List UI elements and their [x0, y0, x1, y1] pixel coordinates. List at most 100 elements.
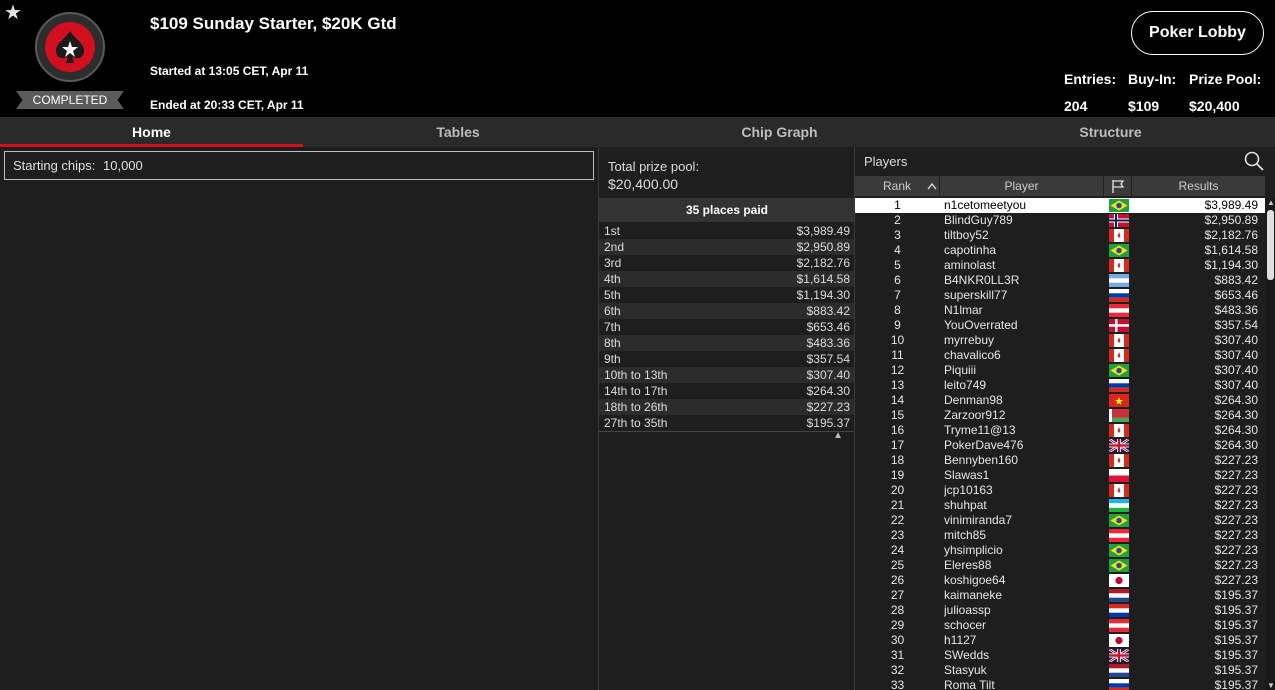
country-flag-icon	[1109, 499, 1129, 512]
payout-amount: $1,194.30	[796, 288, 850, 302]
table-row[interactable]: 5 aminolast $1,194.30	[855, 258, 1265, 273]
player-name: BlindGuy789	[944, 213, 1013, 227]
table-row[interactable]: 28 julioassp $195.37	[855, 603, 1265, 618]
payout-place: 9th	[604, 352, 621, 366]
player-name: kaimaneke	[944, 588, 1003, 602]
player-result: $195.37	[1214, 678, 1258, 690]
player-rank: 15	[890, 408, 905, 422]
country-flag-header-icon[interactable]	[1104, 176, 1132, 196]
table-row[interactable]: 4 capotinha $1,614.58	[855, 243, 1265, 258]
player-rank: 5	[894, 258, 901, 272]
table-row[interactable]: 24 yhsimplicio $227.23	[855, 543, 1265, 558]
country-flag-icon	[1109, 439, 1129, 452]
table-row[interactable]: 9 YouOverrated $357.54	[855, 318, 1265, 333]
status-badge: COMPLETED	[16, 91, 124, 109]
table-row[interactable]: 3 tiltboy52 $2,182.76	[855, 228, 1265, 243]
payout-row: 8th $483.36	[599, 335, 855, 351]
player-name: shuhpat	[944, 498, 987, 512]
results-column-header[interactable]: Results	[1132, 176, 1265, 196]
table-row[interactable]: 18 Bennyben160 $227.23	[855, 453, 1265, 468]
player-rank: 32	[890, 663, 905, 677]
scrollbar-thumb[interactable]	[1267, 210, 1274, 280]
player-name: YouOverrated	[944, 318, 1018, 332]
payout-row: 1st $3,989.49	[599, 223, 855, 239]
tab-home[interactable]: Home	[0, 117, 303, 147]
payout-amount: $357.54	[806, 352, 850, 366]
tab-structure[interactable]: Structure	[946, 117, 1275, 147]
scroll-down-icon[interactable]: ▼	[1267, 681, 1275, 690]
home-info-pane: Starting chips: 10,000	[0, 147, 598, 690]
table-row[interactable]: 32 Stasyuk $195.37	[855, 663, 1265, 678]
player-name: h1127	[944, 633, 977, 647]
player-result: $227.23	[1214, 468, 1258, 482]
tab-tables[interactable]: Tables	[303, 117, 613, 147]
tab-chip-graph[interactable]: Chip Graph	[613, 117, 946, 147]
player-name: aminolast	[944, 258, 996, 272]
table-row[interactable]: 15 Zarzoor912 $264.30	[855, 408, 1265, 423]
player-rank: 29	[890, 618, 905, 632]
player-name: schocer	[944, 618, 987, 632]
table-row[interactable]: 14 Denman98 $264.30	[855, 393, 1265, 408]
payout-row: 14th to 17th $264.30	[599, 383, 855, 399]
player-rank: 17	[890, 438, 905, 452]
table-row[interactable]: 31 SWedds $195.37	[855, 648, 1265, 663]
payout-place: 8th	[604, 336, 621, 350]
table-row[interactable]: 10 myrrebuy $307.40	[855, 333, 1265, 348]
table-row[interactable]: 25 Eleres88 $227.23	[855, 558, 1265, 573]
buyin-value: $109	[1128, 98, 1160, 114]
table-row[interactable]: 17 PokerDave476 $264.30	[855, 438, 1265, 453]
tournament-header: ★ COMPLETED $109 Sunday Starter, $20K Gt…	[0, 0, 1275, 117]
table-row[interactable]: 12 Piquiii $307.40	[855, 363, 1265, 378]
table-row[interactable]: 22 vinimiranda7 $227.23	[855, 513, 1265, 528]
player-result: $1,194.30	[1204, 258, 1258, 272]
payout-row: 18th to 26th $227.23	[599, 399, 855, 415]
table-row[interactable]: 2 BlindGuy789 $2,950.89	[855, 213, 1265, 228]
player-rank: 7	[894, 288, 901, 302]
player-rank: 3	[894, 228, 901, 242]
table-row[interactable]: 27 kaimaneke $195.37	[855, 588, 1265, 603]
total-prize-pool-value: $20,400.00	[608, 176, 679, 192]
table-row[interactable]: 7 superskill77 $653.46	[855, 288, 1265, 303]
collapse-chevron-icon[interactable]: ▲	[833, 430, 843, 441]
table-row[interactable]: 6 B4NKR0LL3R $883.42	[855, 273, 1265, 288]
player-result: $227.23	[1214, 483, 1258, 497]
player-name: Piquiii	[944, 363, 977, 377]
country-flag-icon	[1109, 634, 1129, 647]
table-row[interactable]: 20 jcp10163 $227.23	[855, 483, 1265, 498]
table-row[interactable]: 26 koshigoe64 $227.23	[855, 573, 1265, 588]
player-rank: 22	[890, 513, 905, 527]
table-row[interactable]: 8 N1lmar $483.36	[855, 303, 1265, 318]
player-rank: 13	[890, 378, 905, 392]
payout-place: 10th to 13th	[604, 368, 668, 382]
player-name: mitch85	[944, 528, 987, 542]
table-row[interactable]: 19 Slawas1 $227.23	[855, 468, 1265, 483]
table-row[interactable]: 33 Roma Tilt $195.37	[855, 678, 1265, 690]
payout-amount: $307.40	[806, 368, 850, 382]
country-flag-icon	[1109, 454, 1129, 467]
payout-row: 6th $883.42	[599, 303, 855, 319]
players-scrollbar[interactable]: ▲ ▼	[1265, 198, 1275, 690]
player-rank: 1	[894, 198, 901, 212]
payout-amount: $483.36	[806, 336, 850, 350]
table-row[interactable]: 23 mitch85 $227.23	[855, 528, 1265, 543]
prizepool-stat: Prize Pool: $20,400	[1189, 71, 1261, 114]
table-row[interactable]: 13 leito749 $307.40	[855, 378, 1265, 393]
table-row[interactable]: 29 schocer $195.37	[855, 618, 1265, 633]
player-rank: 11	[891, 348, 904, 362]
poker-lobby-button[interactable]: Poker Lobby	[1131, 11, 1264, 55]
player-name: chavalico6	[944, 348, 1001, 362]
payout-amount: $1,614.58	[796, 272, 850, 286]
table-row[interactable]: 1 n1cetomeetyou $3,989.49	[855, 198, 1265, 213]
table-row[interactable]: 21 shuhpat $227.23	[855, 498, 1265, 513]
table-row[interactable]: 30 h1127 $195.37	[855, 633, 1265, 648]
scroll-up-icon[interactable]: ▲	[1267, 198, 1275, 207]
sort-ascending-icon[interactable]	[923, 176, 940, 196]
player-column-header[interactable]: Player	[940, 176, 1104, 196]
search-icon[interactable]	[1244, 151, 1264, 171]
favorite-star-icon[interactable]: ★	[4, 3, 22, 23]
spade-star-icon	[56, 31, 84, 63]
table-row[interactable]: 16 Tryme11@13 $264.30	[855, 423, 1265, 438]
country-flag-icon	[1109, 199, 1129, 212]
player-rank: 31	[890, 648, 905, 662]
table-row[interactable]: 11 chavalico6 $307.40	[855, 348, 1265, 363]
